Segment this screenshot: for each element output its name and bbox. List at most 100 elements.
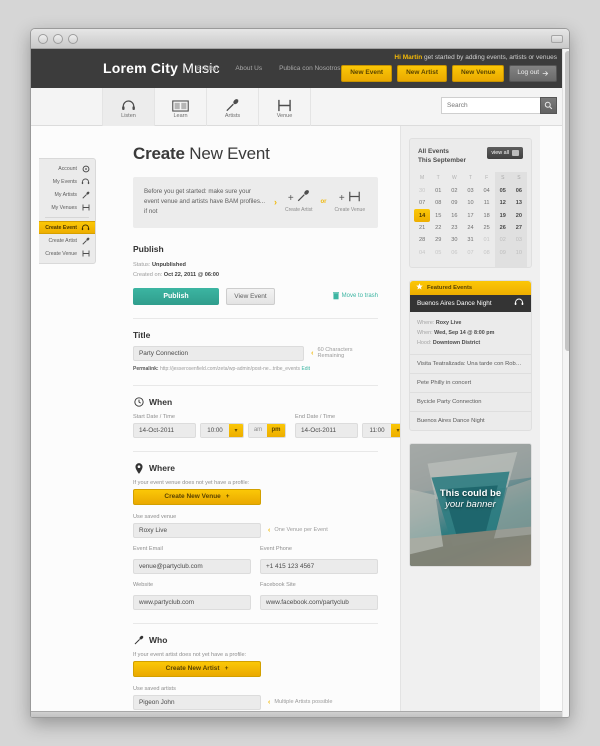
calendar-day[interactable]: 28 <box>414 234 430 246</box>
nav-item-venue[interactable]: Venue <box>258 88 311 126</box>
calendar-day[interactable]: 17 <box>462 209 478 221</box>
promo-banner[interactable]: This could be your banner <box>409 442 532 567</box>
calendar-day[interactable]: 20 <box>511 209 527 221</box>
sidebar-item-create-venue[interactable]: Create Venue <box>39 247 95 260</box>
sidebar-item-my-events[interactable]: My Events <box>39 175 95 188</box>
calendar-day[interactable]: 08 <box>479 246 495 258</box>
calendar-day-today[interactable]: 14 <box>414 209 431 222</box>
calendar-day[interactable]: 15 <box>430 209 446 221</box>
nav-item-listen[interactable]: Listen <box>102 88 155 126</box>
calendar-day[interactable]: 06 <box>511 185 527 197</box>
calendar-day[interactable]: 30 <box>414 185 430 197</box>
view-event-button[interactable]: View Event <box>226 287 275 305</box>
sidebar-item-my-venues[interactable]: My Venues <box>39 201 95 214</box>
sidebar-label-create-venue: Create Venue <box>45 250 77 257</box>
notice-create-venue[interactable]: + Create Venue <box>335 191 365 213</box>
calendar-day[interactable]: 13 <box>511 197 527 209</box>
sidebar-item-create-event[interactable]: Create Event <box>39 221 95 234</box>
calendar-day[interactable]: 04 <box>479 185 495 197</box>
page-scrollbar[interactable] <box>562 49 569 717</box>
featured-list-item[interactable]: Pete Philly in concert <box>410 372 531 392</box>
event-title-input[interactable] <box>133 345 305 361</box>
calendar-day[interactable]: 16 <box>446 209 462 221</box>
minimize-icon[interactable] <box>53 34 63 44</box>
featured-event-current[interactable]: Buenos Aires Dance Night <box>410 294 531 312</box>
sidebar-item-account[interactable]: Account <box>39 162 95 175</box>
move-to-trash-button[interactable]: Move to trash <box>332 292 378 300</box>
calendar-day[interactable]: 07 <box>462 246 478 258</box>
calendar-day[interactable]: 07 <box>414 197 430 209</box>
calendar-day[interactable]: 05 <box>495 185 511 197</box>
sidebar-item-my-artists[interactable]: My Artists <box>39 188 95 201</box>
saved-venue-input[interactable] <box>133 522 261 538</box>
nav-item-learn[interactable]: Learn <box>154 88 207 126</box>
stage-icon <box>277 96 292 112</box>
sidebar-item-create-artist[interactable]: Create Artist <box>39 234 95 247</box>
view-all-button[interactable]: view all <box>487 147 523 159</box>
calendar-day[interactable]: 09 <box>495 246 511 258</box>
calendar-day[interactable]: 02 <box>495 234 511 246</box>
header-link-english[interactable]: English <box>197 65 218 72</box>
facebook-input[interactable] <box>260 594 378 610</box>
event-email-input[interactable] <box>133 558 251 574</box>
start-am-option[interactable]: am <box>249 423 267 437</box>
header-link-about-us[interactable]: About Us <box>235 65 262 72</box>
create-new-artist-button[interactable]: Create New Artist + <box>133 660 261 677</box>
calendar-day[interactable]: 12 <box>495 197 511 209</box>
saved-artists-input[interactable] <box>133 694 261 710</box>
calendar-day[interactable]: 29 <box>430 234 446 246</box>
calendar-day[interactable]: 10 <box>511 246 527 258</box>
website-input[interactable] <box>133 594 251 610</box>
calendar-day[interactable]: 31 <box>462 234 478 246</box>
start-pm-option[interactable]: pm <box>267 423 285 437</box>
featured-list-item[interactable]: Visita Teatralizada: Una tarde con Rober… <box>410 353 531 373</box>
calendar-day[interactable]: 04 <box>414 246 430 258</box>
start-time-select[interactable]: 10:00 ▾ <box>200 422 244 438</box>
featured-list-item[interactable]: Bycicle Party Connection <box>410 391 531 411</box>
logout-button[interactable]: Log out <box>509 65 557 82</box>
calendar-day[interactable]: 01 <box>479 234 495 246</box>
calendar-day[interactable]: 19 <box>495 209 511 221</box>
calendar-day[interactable]: 26 <box>495 222 511 234</box>
view-all-label: view all <box>491 150 509 156</box>
start-meridiem-toggle[interactable]: am pm <box>248 422 286 438</box>
featured-list-item[interactable]: Buenos Aires Dance Night <box>410 410 531 430</box>
search-input[interactable] <box>441 97 540 114</box>
notice-create-artist[interactable]: + Create Artist <box>285 190 313 213</box>
calendar-day[interactable]: 18 <box>479 209 495 221</box>
new-artist-button[interactable]: New Artist <box>397 65 447 82</box>
calendar-day[interactable]: 03 <box>511 234 527 246</box>
new-venue-button[interactable]: New Venue <box>451 65 505 82</box>
permalink-edit-link[interactable]: Edit <box>301 366 310 372</box>
calendar-day[interactable]: 22 <box>430 222 446 234</box>
event-phone-input[interactable] <box>260 558 378 574</box>
calendar-day[interactable]: 06 <box>446 246 462 258</box>
calendar-day[interactable]: 05 <box>430 246 446 258</box>
calendar-day[interactable]: 27 <box>511 222 527 234</box>
calendar-day[interactable]: 21 <box>414 222 430 234</box>
nav-label-learn: Learn <box>173 112 188 119</box>
calendar-day[interactable]: 30 <box>446 234 462 246</box>
calendar-day[interactable]: 25 <box>479 222 495 234</box>
calendar-day[interactable]: 10 <box>462 197 478 209</box>
calendar-day[interactable]: 11 <box>479 197 495 209</box>
search-button[interactable] <box>540 97 557 114</box>
calendar-day[interactable]: 08 <box>430 197 446 209</box>
calendar-day[interactable]: 23 <box>446 222 462 234</box>
end-date-input[interactable] <box>295 422 358 438</box>
new-event-button[interactable]: New Event <box>341 65 393 82</box>
calendar-day[interactable]: 24 <box>462 222 478 234</box>
publish-button[interactable]: Publish <box>133 287 219 305</box>
create-new-venue-button[interactable]: Create New Venue + <box>133 488 261 505</box>
calendar-day[interactable]: 09 <box>446 197 462 209</box>
window-resize-handle[interactable] <box>551 35 563 43</box>
close-icon[interactable] <box>38 34 48 44</box>
header-link-publica[interactable]: Publica con Nosotros <box>279 65 340 72</box>
start-date-input[interactable] <box>133 422 196 438</box>
calendar-day[interactable]: 01 <box>430 185 446 197</box>
calendar-day[interactable]: 03 <box>462 185 478 197</box>
nav-item-artists[interactable]: Artists <box>206 88 259 126</box>
calendar-day[interactable]: 02 <box>446 185 462 197</box>
scrollbar-thumb[interactable] <box>564 51 569 351</box>
zoom-icon[interactable] <box>68 34 78 44</box>
